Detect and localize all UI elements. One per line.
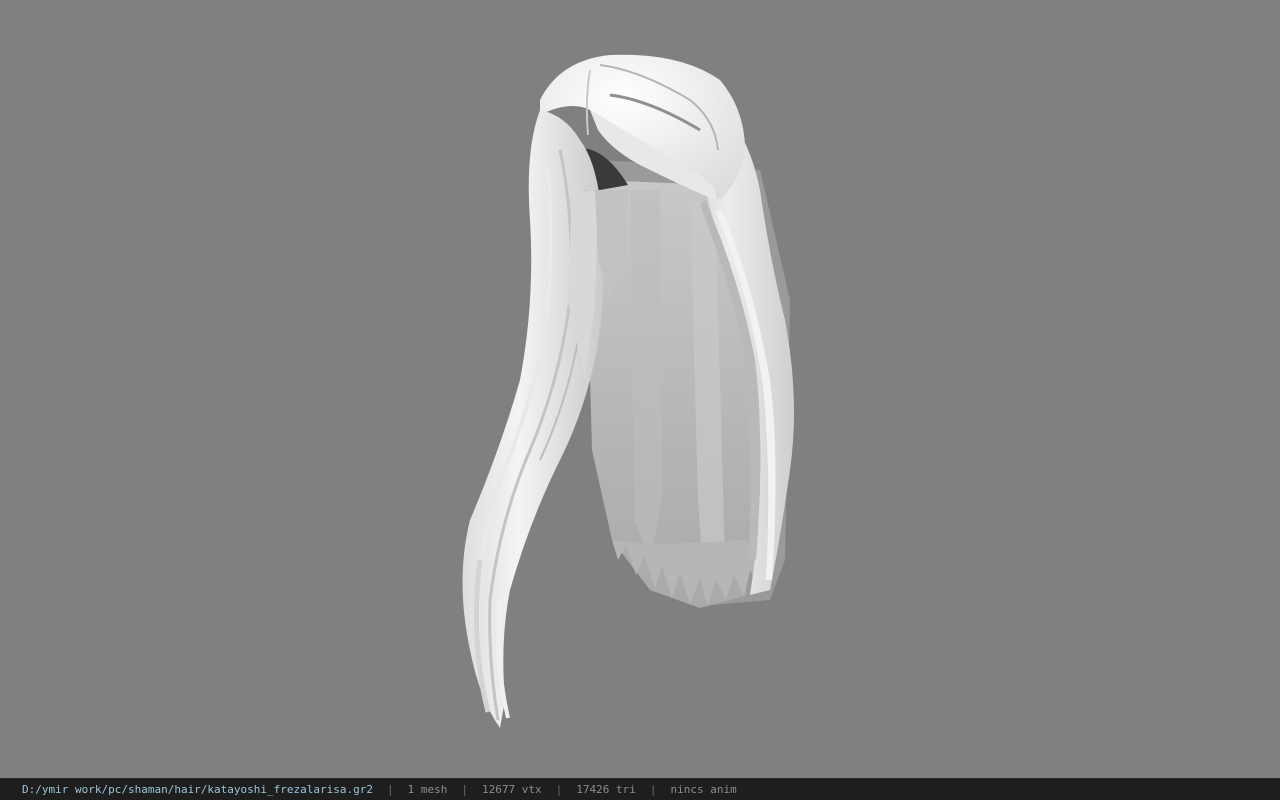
mesh-count-label: 1 mesh: [407, 783, 448, 796]
status-separator: |: [461, 783, 468, 796]
vertex-count-label: 12677 vtx: [482, 783, 542, 796]
file-path-label: D:/ymir work/pc/shaman/hair/katayoshi_fr…: [22, 783, 373, 796]
hair-model: [462, 54, 794, 728]
3d-viewport[interactable]: [0, 0, 1280, 778]
animation-status-label: nincs anim: [670, 783, 737, 796]
status-bar: D:/ymir work/pc/shaman/hair/katayoshi_fr…: [0, 778, 1280, 800]
status-separator: |: [649, 783, 657, 796]
triangle-count-label: 17426 tri: [576, 783, 636, 796]
status-separator: |: [387, 783, 394, 796]
status-separator: |: [555, 783, 563, 796]
